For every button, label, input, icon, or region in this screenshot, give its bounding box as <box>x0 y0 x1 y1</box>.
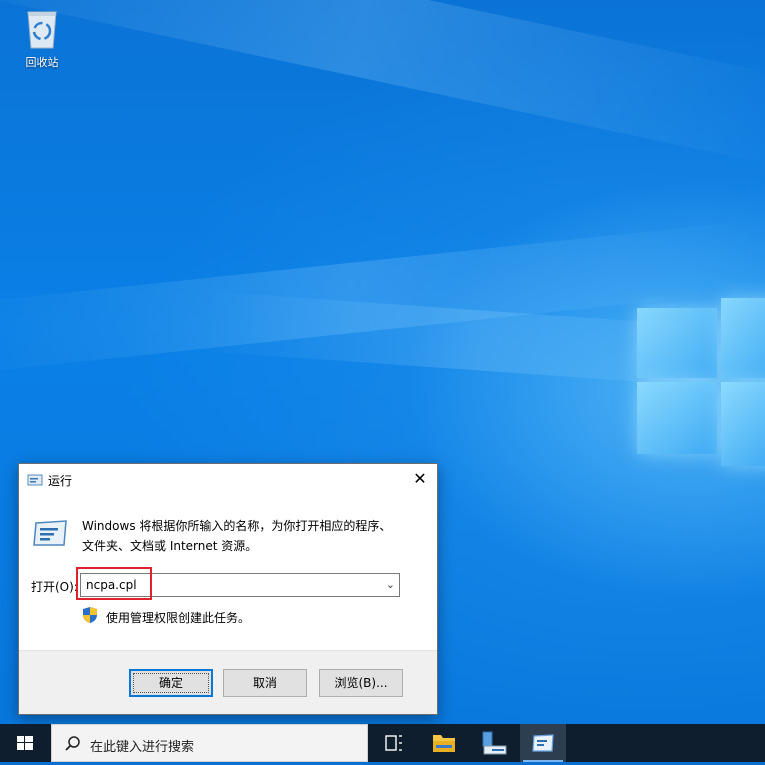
ok-button[interactable]: 确定 <box>129 669 213 697</box>
chevron-down-icon[interactable]: ⌄ <box>386 578 395 591</box>
windows-logo-wallpaper <box>637 298 765 468</box>
run-icon <box>532 734 554 752</box>
file-explorer-button[interactable] <box>421 724 467 762</box>
recycle-bin[interactable]: 回收站 <box>14 6 70 70</box>
highlight-box <box>76 567 152 600</box>
run-taskbar-button[interactable] <box>520 724 566 762</box>
close-button[interactable]: ✕ <box>403 464 437 494</box>
recycle-bin-label: 回收站 <box>25 56 59 69</box>
folder-icon <box>433 735 455 752</box>
run-dialog: 运行 ✕ Windows 将根据你所输入的名称，为你打开相应的程序、 文件夹、文… <box>18 463 438 715</box>
task-view-button[interactable] <box>371 724 417 762</box>
taskbar-search-box[interactable]: 在此键入进行搜索 <box>51 724 368 762</box>
dialog-titlebar[interactable]: 运行 ✕ <box>19 464 437 494</box>
browse-button[interactable]: 浏览(B)... <box>319 669 403 697</box>
open-label: 打开(O): <box>31 580 78 594</box>
light-beam <box>0 0 765 170</box>
admin-note: 使用管理权限创建此任务。 <box>106 611 251 625</box>
start-button[interactable] <box>0 724 50 762</box>
taskbar: 在此键入进行搜索 <box>0 724 765 762</box>
server-manager-icon <box>482 731 507 755</box>
dialog-title: 运行 <box>48 474 73 488</box>
search-placeholder: 在此键入进行搜索 <box>90 740 195 755</box>
windows-start-icon <box>17 736 33 750</box>
cancel-button[interactable]: 取消 <box>223 669 307 697</box>
description-line-2: 文件夹、文档或 Internet 资源。 <box>82 539 258 553</box>
run-icon <box>27 473 43 490</box>
task-view-icon <box>385 735 402 751</box>
search-icon <box>65 736 80 751</box>
server-manager-button[interactable] <box>470 724 516 762</box>
shield-icon <box>82 606 98 627</box>
description-line-1: Windows 将根据你所输入的名称，为你打开相应的程序、 <box>82 519 392 533</box>
recycle-bin-icon <box>27 11 57 49</box>
run-program-icon <box>32 519 68 550</box>
dialog-description: Windows 将根据你所输入的名称，为你打开相应的程序、 文件夹、文档或 In… <box>82 516 412 556</box>
